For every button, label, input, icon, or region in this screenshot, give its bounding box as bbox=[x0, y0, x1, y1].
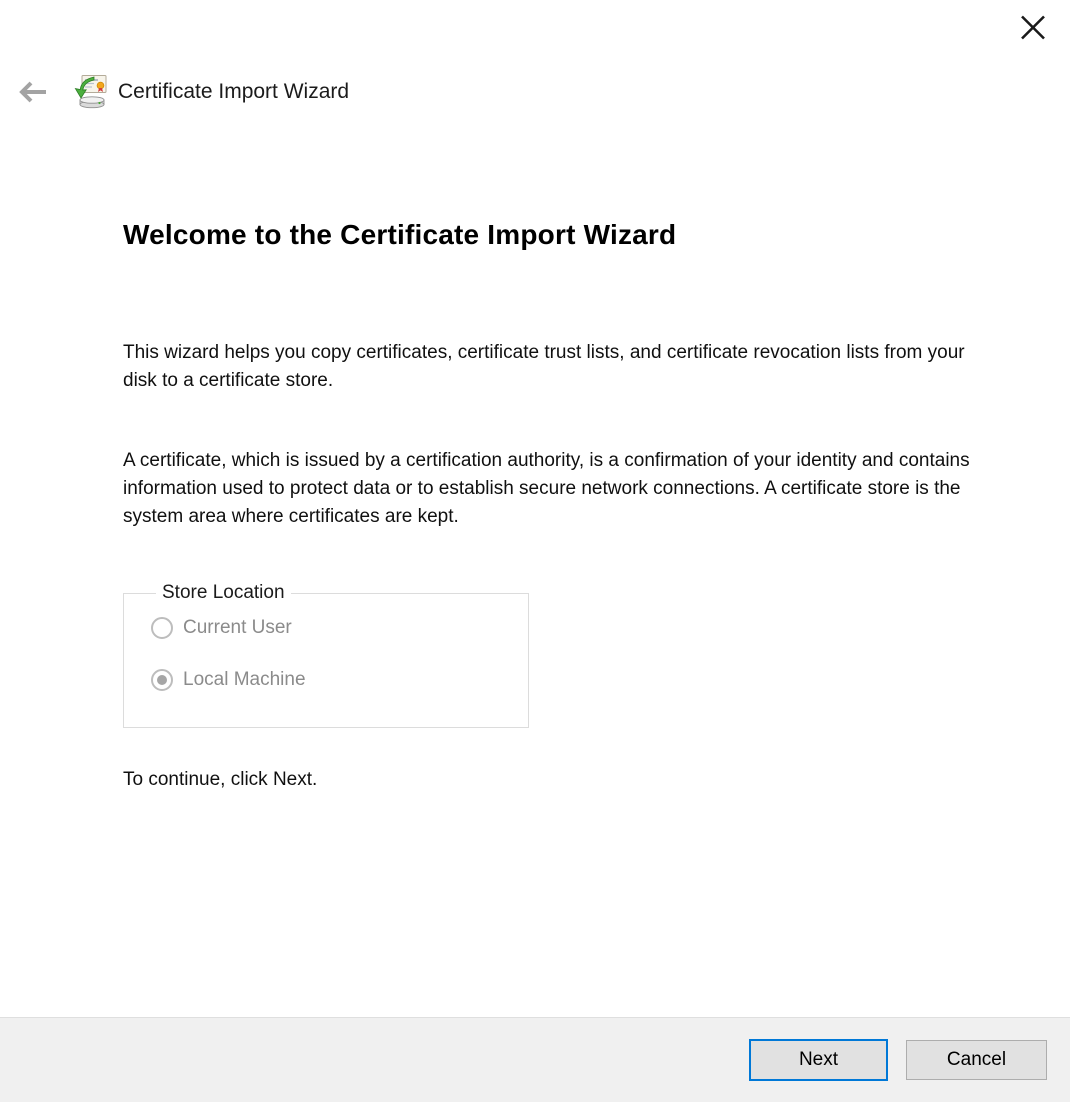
radio-local-machine-label: Local Machine bbox=[183, 669, 306, 691]
close-icon bbox=[1020, 15, 1046, 40]
footer-bar: Next Cancel bbox=[0, 1017, 1070, 1102]
certificate-import-icon bbox=[72, 74, 108, 110]
wizard-header: Certificate Import Wizard bbox=[18, 74, 349, 110]
page-title: Welcome to the Certificate Import Wizard bbox=[123, 219, 676, 251]
radio-current-user-label: Current User bbox=[183, 617, 292, 639]
next-button[interactable]: Next bbox=[749, 1039, 888, 1081]
back-button[interactable] bbox=[18, 77, 48, 107]
intro-paragraph: This wizard helps you copy certificates,… bbox=[123, 339, 985, 395]
cancel-button[interactable]: Cancel bbox=[906, 1040, 1047, 1080]
store-location-legend: Store Location bbox=[156, 582, 291, 604]
description-paragraph: A certificate, which is issued by a cert… bbox=[123, 447, 995, 531]
radio-local-machine[interactable]: Local Machine bbox=[151, 669, 528, 691]
back-arrow-icon bbox=[19, 81, 47, 103]
store-location-group: Store Location Current User Local Machin… bbox=[123, 582, 529, 728]
continue-hint: To continue, click Next. bbox=[123, 769, 317, 791]
close-button[interactable] bbox=[1013, 9, 1053, 45]
wizard-window: Certificate Import Wizard Welcome to the… bbox=[0, 0, 1070, 1102]
wizard-title: Certificate Import Wizard bbox=[118, 80, 349, 104]
radio-button-icon bbox=[151, 617, 173, 639]
radio-button-icon bbox=[151, 669, 173, 691]
radio-current-user[interactable]: Current User bbox=[151, 617, 528, 639]
